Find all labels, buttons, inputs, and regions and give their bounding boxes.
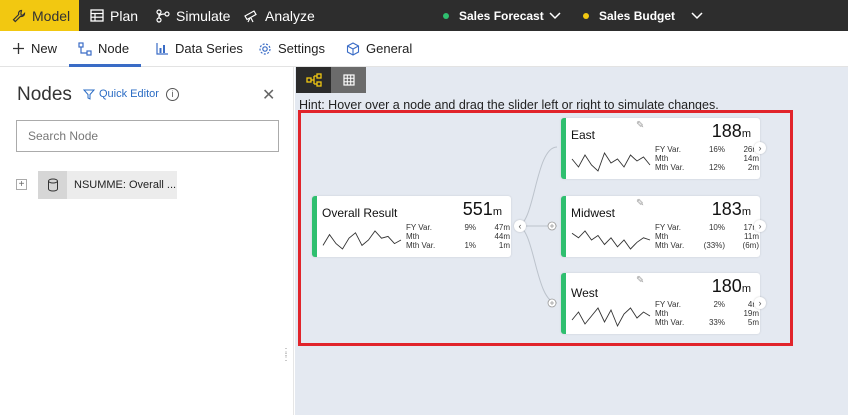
- hierarchy-icon: [78, 41, 92, 56]
- cube-icon: [346, 41, 360, 56]
- scenario-selector-forecast[interactable]: Sales Forecast: [443, 0, 544, 31]
- nav-model-label: Model: [32, 7, 71, 24]
- nav-plan[interactable]: Plan: [90, 0, 138, 31]
- chevron-down-icon[interactable]: [690, 8, 704, 22]
- panel-title: Nodes: [17, 84, 72, 105]
- nav-plan-label: Plan: [110, 7, 139, 24]
- tab-settings-label: Settings: [278, 41, 325, 56]
- tab-data-series[interactable]: Data Series: [156, 31, 243, 66]
- quick-editor-label: Quick Editor: [99, 88, 159, 100]
- new-button[interactable]: New: [12, 31, 57, 66]
- wrench-icon: [12, 9, 26, 22]
- nodes-panel: Nodes Quick Editor i ✕ + NSUMME: Overall…: [0, 67, 301, 415]
- tab-node-label: Node: [98, 41, 130, 56]
- tab-node[interactable]: Node: [78, 31, 129, 66]
- toolbar: New Node Data Series Settings General: [0, 31, 848, 67]
- plus-icon: [13, 43, 24, 54]
- nav-model[interactable]: Model: [0, 0, 79, 31]
- gear-icon: [259, 42, 271, 55]
- quick-editor-link[interactable]: Quick Editor: [83, 88, 159, 100]
- bar-chart-icon: [156, 43, 168, 55]
- tab-data-series-label: Data Series: [175, 41, 243, 56]
- highlight-box: [298, 110, 793, 346]
- scenario-label: Sales Forecast: [459, 8, 544, 23]
- nav-simulate-label: Simulate: [176, 7, 231, 24]
- table-icon: [90, 9, 104, 22]
- nav-analyze[interactable]: Analyze: [244, 0, 315, 31]
- tab-settings[interactable]: Settings: [258, 31, 325, 66]
- telescope-icon: [244, 9, 257, 22]
- database-icon: [38, 171, 67, 199]
- node-canvas[interactable]: Hint: Hover over a node and drag the sli…: [295, 67, 848, 415]
- scenario-dot: [583, 12, 589, 19]
- tree-item-label: NSUMME: Overall ...: [74, 179, 177, 191]
- branch-icon: [156, 8, 170, 23]
- chevron-down-icon[interactable]: [548, 8, 562, 22]
- expand-icon[interactable]: +: [16, 179, 27, 190]
- scenario-selector-budget[interactable]: Sales Budget: [583, 0, 675, 31]
- tab-general[interactable]: General: [346, 31, 412, 66]
- search-node-input[interactable]: [16, 120, 279, 152]
- filter-icon: [83, 89, 95, 100]
- tab-general-label: General: [366, 41, 413, 56]
- close-icon[interactable]: ✕: [262, 85, 275, 105]
- top-nav-bar: Model Plan Simulate Analyze Sales Foreca…: [0, 0, 848, 31]
- tree-item-overall[interactable]: NSUMME: Overall ...: [38, 171, 177, 199]
- scenario-dot: [443, 12, 449, 19]
- new-label: New: [31, 41, 58, 56]
- scenario-label: Sales Budget: [599, 8, 676, 23]
- info-icon[interactable]: i: [166, 88, 179, 101]
- nav-analyze-label: Analyze: [265, 7, 315, 24]
- nav-simulate[interactable]: Simulate: [156, 0, 230, 31]
